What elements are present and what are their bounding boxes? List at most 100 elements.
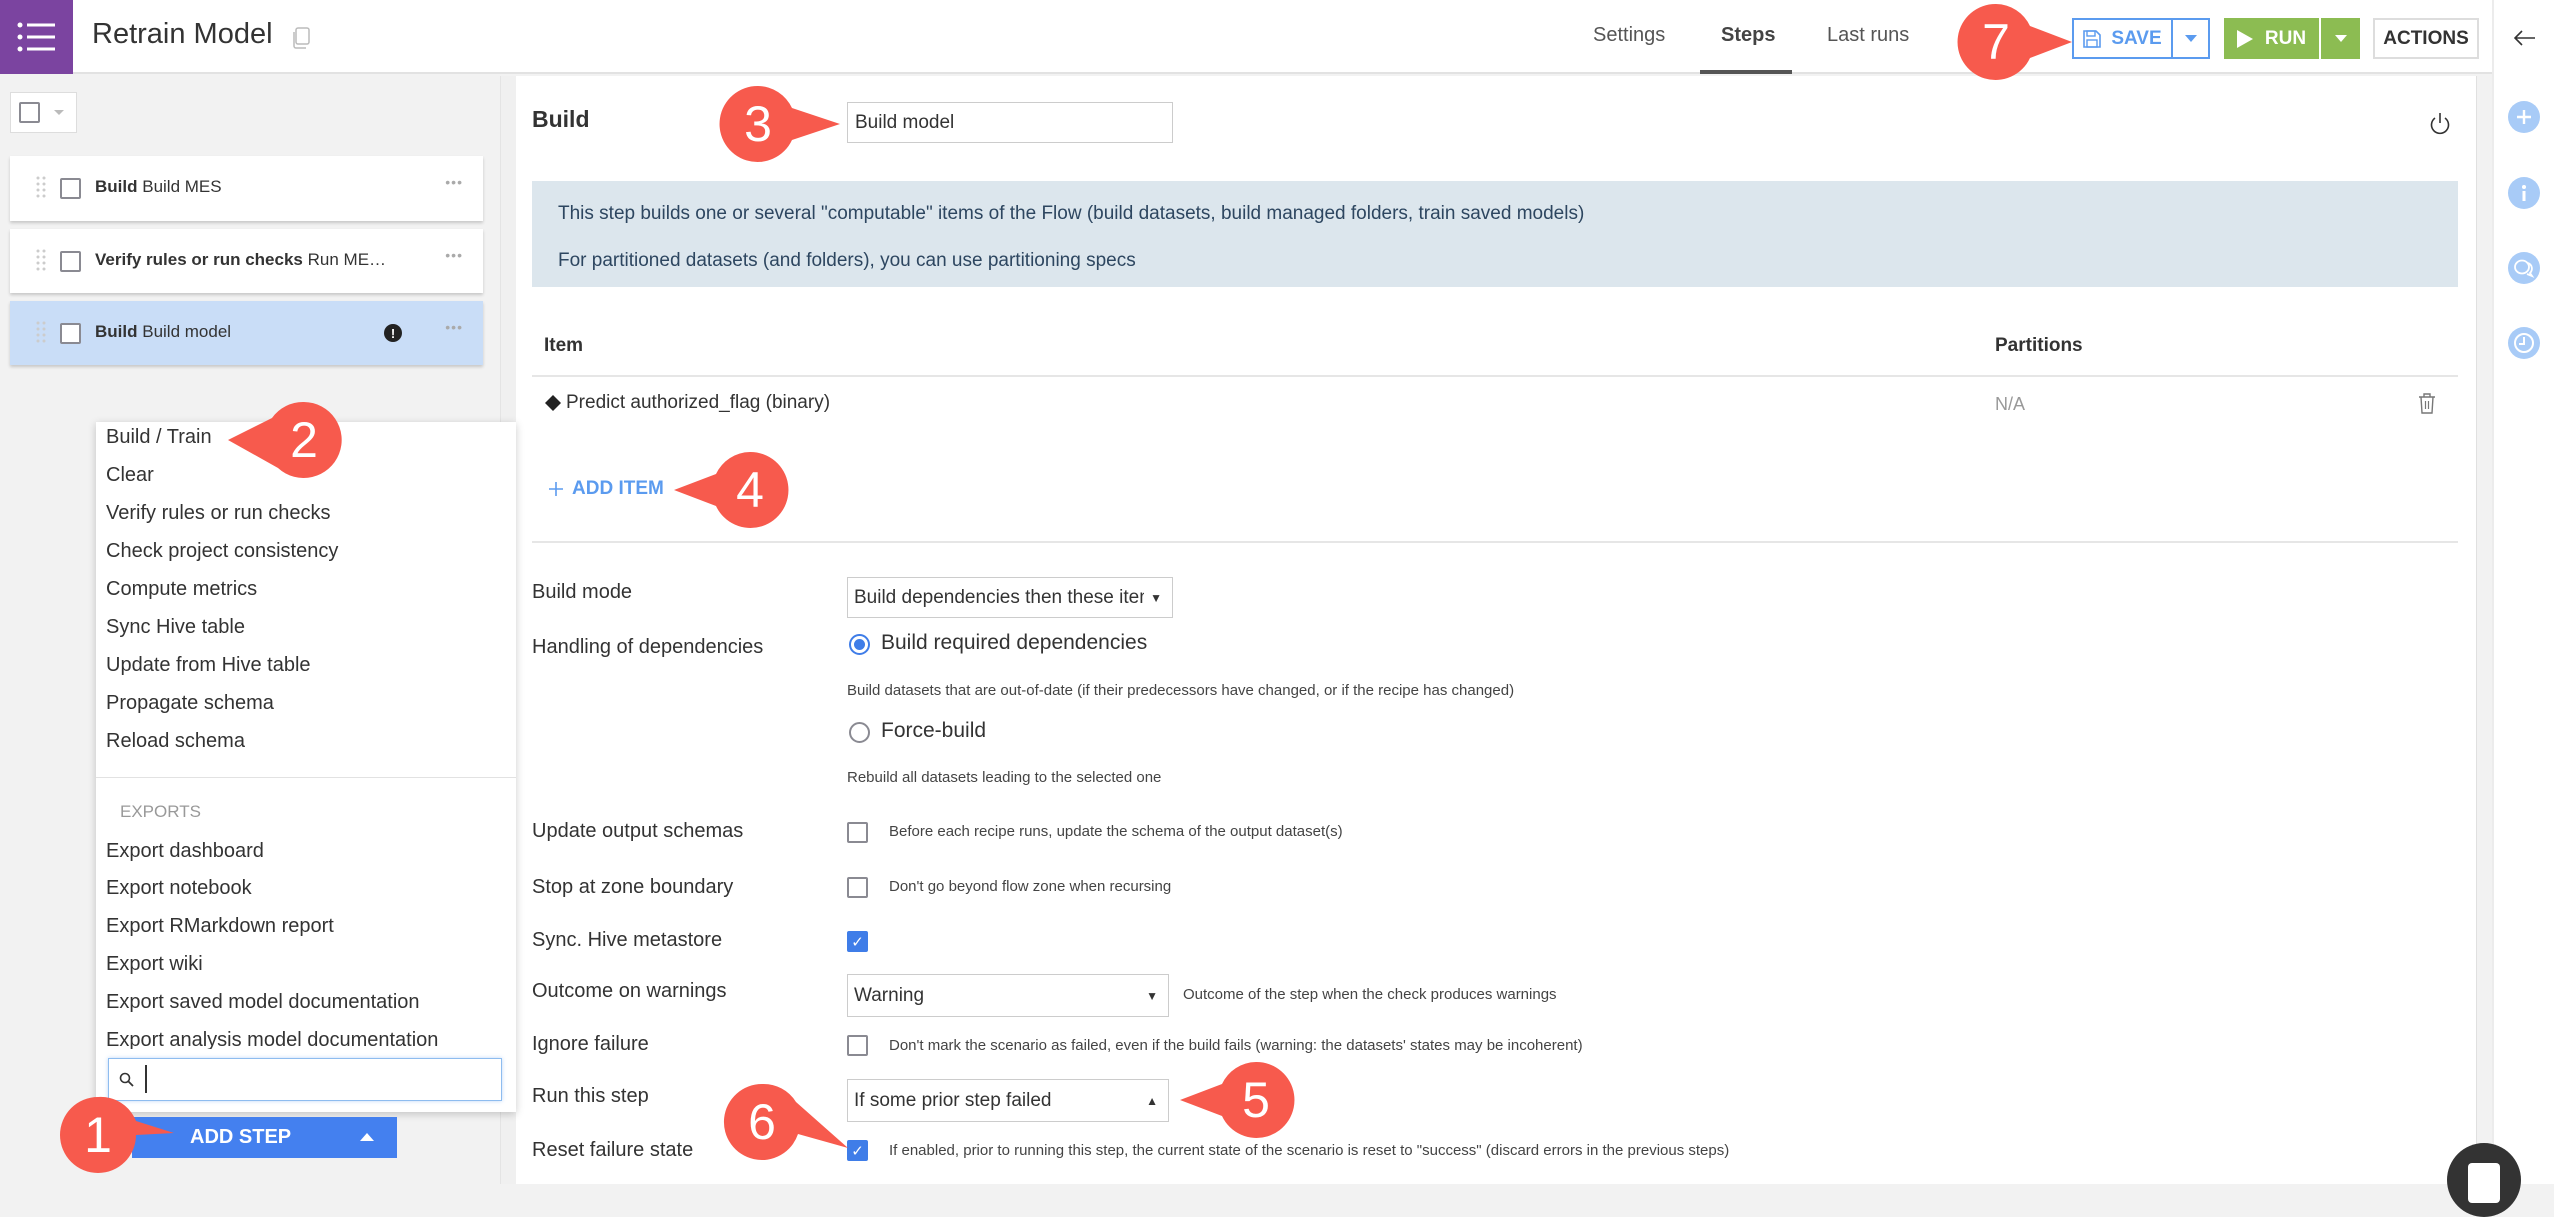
callout-marker-6: 6: [720, 1080, 848, 1164]
step-checkbox[interactable]: [60, 178, 81, 199]
power-toggle-icon[interactable]: [2429, 112, 2451, 136]
menu-item-export-saved-model-doc[interactable]: Export saved model documentation: [106, 991, 420, 1014]
history-clock-icon[interactable]: [2508, 327, 2540, 359]
step-label: Verify rules or run checks Run ME…: [95, 250, 386, 270]
zone-boundary-checkbox[interactable]: [847, 877, 868, 898]
sync-hive-checkbox[interactable]: ✓: [847, 931, 868, 952]
step-editor: Build Build model This step builds one o…: [516, 76, 2476, 1184]
section-divider: [532, 541, 2458, 543]
item-partitions: N/A: [1995, 394, 2026, 414]
menu-item-export-notebook[interactable]: Export notebook: [106, 877, 252, 900]
tab-last-runs[interactable]: Last runs: [1827, 24, 1909, 47]
update-schemas-checkbox[interactable]: [847, 822, 868, 843]
table-divider: [532, 375, 2458, 377]
menu-button[interactable]: [0, 0, 73, 74]
select-all-steps[interactable]: [10, 92, 77, 133]
step-type: Verify rules or run checks: [95, 250, 303, 269]
caret-up-icon: ▲: [1146, 1093, 1158, 1108]
actions-button[interactable]: ACTIONS: [2373, 18, 2479, 59]
save-label: SAVE: [2111, 27, 2162, 49]
drag-handle-icon[interactable]: [36, 249, 46, 273]
menu-item-compute-metrics[interactable]: Compute metrics: [106, 578, 257, 601]
step-name: Build MES: [142, 177, 222, 196]
sync-hive-label: Sync. Hive metastore: [532, 929, 723, 951]
menu-item-export-dashboard[interactable]: Export dashboard: [106, 840, 264, 863]
discussions-icon[interactable]: [2508, 252, 2540, 284]
copy-icon[interactable]: [292, 27, 310, 49]
help-chat-widget[interactable]: [2447, 1143, 2521, 1217]
drag-handle-icon[interactable]: [36, 176, 46, 200]
trash-icon[interactable]: [2417, 392, 2437, 414]
menu-item-export-analysis-model-doc[interactable]: Export analysis model documentation: [106, 1029, 438, 1049]
add-step-label: ADD STEP: [190, 1126, 292, 1148]
menu-search-field[interactable]: [108, 1058, 502, 1101]
tab-settings[interactable]: Settings: [1593, 24, 1665, 47]
menu-item-build-train[interactable]: Build / Train: [106, 426, 212, 449]
active-tab-indicator: [1700, 70, 1792, 74]
ignore-failure-help: Don't mark the scenario as failed, even …: [889, 1037, 1583, 1054]
radio-build-required[interactable]: [849, 634, 870, 655]
radio-force-build[interactable]: [849, 722, 870, 743]
outcome-warnings-help: Outcome of the step when the check produ…: [1183, 986, 1557, 1003]
radio-build-required-label[interactable]: Build required dependencies: [881, 631, 1147, 655]
menu-search-input[interactable]: [145, 1065, 485, 1093]
zone-boundary-help: Don't go beyond flow zone when recursing: [889, 878, 1172, 895]
select-all-checkbox[interactable]: [19, 102, 40, 123]
step-name-value: Build model: [855, 111, 955, 133]
caret-down-icon[interactable]: [54, 109, 64, 116]
caret-down-icon: [2334, 34, 2347, 42]
step-checkbox[interactable]: [60, 323, 81, 344]
callout-number: 4: [736, 462, 764, 518]
run-this-step-select[interactable]: If some prior step failed ▲: [847, 1079, 1169, 1122]
step-menu-icon[interactable]: •••: [445, 174, 463, 190]
menu-item-propagate-schema[interactable]: Propagate schema: [106, 692, 274, 715]
step-item[interactable]: Verify rules or run checks Run ME… •••: [10, 229, 483, 293]
menu-item-clear[interactable]: Clear: [106, 464, 154, 487]
step-item-selected[interactable]: Build Build model ! •••: [10, 301, 483, 365]
menu-item-verify-rules[interactable]: Verify rules or run checks: [106, 502, 331, 525]
build-mode-select[interactable]: Build dependencies then these items ▼: [847, 577, 1173, 618]
step-name-input[interactable]: Build model: [847, 102, 1173, 143]
menu-item-update-hive[interactable]: Update from Hive table: [106, 654, 311, 677]
step-name: Run ME…: [307, 250, 387, 269]
caret-down-icon: [2184, 34, 2197, 42]
menu-item-check-consistency[interactable]: Check project consistency: [106, 540, 338, 563]
step-menu-icon[interactable]: •••: [445, 319, 463, 335]
outcome-warnings-dropdown[interactable]: Warning ▼: [847, 974, 1169, 1017]
add-item-button[interactable]: ADD ITEM: [548, 478, 664, 500]
table-row[interactable]: Predict authorized_flag (binary): [544, 392, 830, 414]
menu-item-export-wiki[interactable]: Export wiki: [106, 953, 203, 976]
back-arrow-icon[interactable]: [2514, 30, 2536, 46]
right-sidebar: [2492, 0, 2554, 1184]
tab-steps[interactable]: Steps: [1721, 24, 1775, 47]
outcome-warnings-value: Warning: [854, 984, 925, 1006]
add-step-button[interactable]: ADD STEP: [132, 1117, 397, 1158]
callout-number: 1: [84, 1107, 112, 1163]
callout-number: 7: [1982, 14, 2010, 70]
ignore-failure-checkbox[interactable]: [847, 1035, 868, 1056]
step-menu-icon[interactable]: •••: [445, 247, 463, 263]
save-button[interactable]: SAVE: [2072, 18, 2172, 59]
step-item[interactable]: Build Build MES •••: [10, 156, 483, 221]
step-checkbox[interactable]: [60, 251, 81, 272]
info-icon[interactable]: [2508, 177, 2540, 209]
zone-boundary-label: Stop at zone boundary: [532, 876, 734, 898]
column-header-item: Item: [544, 335, 584, 356]
page-title: Retrain Model: [92, 18, 273, 50]
build-mode-value: Build dependencies then these items: [854, 586, 1144, 608]
floppy-disk-icon: [2083, 29, 2102, 48]
run-button[interactable]: RUN: [2224, 18, 2319, 59]
run-options-dropdown[interactable]: [2321, 18, 2360, 59]
add-icon[interactable]: [2508, 101, 2540, 133]
main-scrollbar[interactable]: [2476, 76, 2490, 1184]
reset-failure-checkbox[interactable]: ✓: [847, 1140, 868, 1161]
menu-item-export-rmarkdown[interactable]: Export RMarkdown report: [106, 915, 334, 938]
drag-handle-icon[interactable]: [36, 321, 46, 345]
step-label: Build Build model: [95, 322, 231, 342]
add-step-menu: Build / Train Clear Verify rules or run …: [96, 422, 516, 1112]
save-options-dropdown[interactable]: [2172, 18, 2210, 59]
menu-item-reload-schema[interactable]: Reload schema: [106, 730, 245, 753]
callout-number: 6: [748, 1094, 776, 1150]
menu-item-sync-hive[interactable]: Sync Hive table: [106, 616, 245, 639]
radio-force-build-label[interactable]: Force-build: [881, 719, 986, 743]
